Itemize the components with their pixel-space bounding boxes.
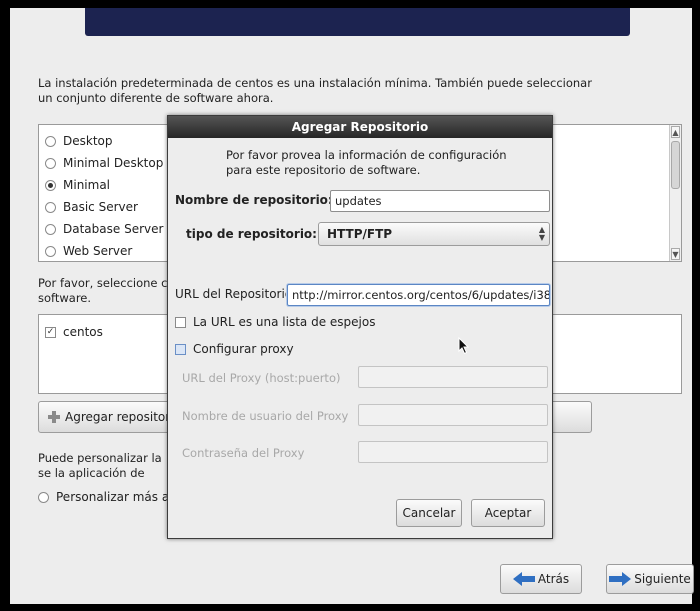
- proxy-user-field: [358, 404, 548, 426]
- back-button[interactable]: Atrás: [500, 564, 582, 594]
- accept-button[interactable]: Aceptar: [471, 499, 545, 527]
- scroll-up-icon[interactable]: ▲: [671, 126, 680, 138]
- radio-icon[interactable]: [45, 223, 56, 235]
- updown-arrows-icon: ▲ ▼: [538, 225, 545, 242]
- scroll-down-icon[interactable]: ▼: [671, 248, 680, 260]
- option-desktop[interactable]: Desktop: [45, 131, 113, 151]
- plus-icon: [47, 410, 61, 424]
- header-banner: [85, 8, 630, 36]
- repo-item-centos[interactable]: ✓ centos: [45, 325, 103, 339]
- repo-name-field[interactable]: updates: [330, 190, 550, 212]
- next-button[interactable]: Siguiente: [606, 564, 694, 594]
- repo-type-select[interactable]: HTTP/FTP ▲ ▼: [318, 222, 550, 246]
- dialog-title: Agregar Repositorio: [168, 116, 552, 138]
- radio-icon[interactable]: [45, 135, 56, 147]
- dialog-intro: Por favor provea la información de confi…: [226, 148, 507, 177]
- radio-selected-icon[interactable]: [45, 179, 56, 191]
- arrow-left-icon: [512, 572, 535, 586]
- radio-icon[interactable]: [45, 245, 56, 257]
- arrow-right-icon: [609, 572, 632, 586]
- option-minimal[interactable]: Minimal: [45, 175, 110, 195]
- proxy-url-label: URL del Proxy (host:puerto): [182, 371, 341, 385]
- checkbox-icon[interactable]: [175, 343, 186, 355]
- proxy-url-field: [358, 366, 548, 388]
- repo-type-label: tipo de repositorio:: [186, 227, 317, 241]
- mouse-cursor-icon: [458, 337, 470, 355]
- intro-text: La instalación predeterminada de centos …: [38, 76, 592, 105]
- radio-icon[interactable]: [38, 491, 49, 503]
- proxy-pass-label: Contraseña del Proxy: [182, 446, 305, 460]
- customize-option[interactable]: Personalizar más ad: [38, 490, 178, 504]
- list-scrollbar[interactable]: ▲ ▼: [669, 125, 681, 261]
- repo-prompt: Por favor, seleccione cu software.: [38, 276, 175, 305]
- url-field[interactable]: nttp://mirror.centos.org/centos/6/update…: [287, 284, 550, 306]
- checkbox-checked-icon[interactable]: ✓: [45, 326, 56, 338]
- customize-text: Puede personalizar la se la aplicación d…: [38, 451, 162, 483]
- checkbox-icon[interactable]: [175, 316, 186, 328]
- radio-icon[interactable]: [45, 201, 56, 213]
- option-database-server[interactable]: Database Server: [45, 219, 163, 239]
- cancel-button[interactable]: Cancelar: [396, 499, 462, 527]
- scroll-thumb[interactable]: [671, 141, 680, 189]
- option-basic-server[interactable]: Basic Server: [45, 197, 138, 217]
- add-repository-dialog: Agregar Repositorio Por favor provea la …: [167, 115, 553, 539]
- url-label: URL del Repositorio: [175, 287, 293, 301]
- repo-name-label: Nombre de repositorio:: [175, 193, 333, 207]
- proxy-user-label: Nombre de usuario del Proxy: [182, 409, 349, 423]
- proxy-pass-field: [358, 441, 548, 463]
- option-web-server[interactable]: Web Server: [45, 241, 132, 261]
- option-minimal-desktop[interactable]: Minimal Desktop: [45, 153, 163, 173]
- mirror-list-checkbox[interactable]: La URL es una lista de espejos: [175, 315, 375, 329]
- proxy-checkbox[interactable]: Configurar proxy: [175, 342, 294, 356]
- radio-icon[interactable]: [45, 157, 56, 169]
